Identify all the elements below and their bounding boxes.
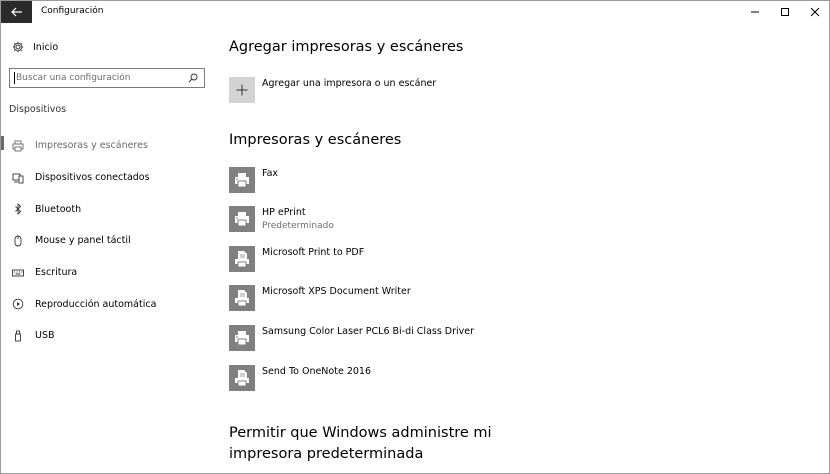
back-button[interactable] [1,1,32,23]
document-printer-icon [229,246,255,272]
bluetooth-icon [11,202,25,216]
printer-item-hp-eprint[interactable]: HP ePrint Predeterminado [229,206,334,234]
sidebar-item-printers-scanners[interactable]: Impresoras y escáneres [1,130,216,162]
main-content: Agregar impresoras y escáneres Agregar u… [229,23,829,473]
sidebar-item-label: Inicio [33,41,59,53]
sidebar-item-label: Bluetooth [35,203,82,215]
printer-item-onenote[interactable]: Send To OneNote 2016 [229,365,371,393]
printer-icon [11,139,25,153]
printer-item-print-to-pdf[interactable]: Microsoft Print to PDF [229,246,364,274]
printer-name: Fax [262,168,279,179]
printers-section-heading: Impresoras y escáneres [229,132,402,148]
search-icon[interactable] [188,73,198,83]
document-printer-icon [229,365,255,391]
default-printer-status: Predeterminado [262,221,334,231]
sidebar-item-label: USB [35,330,55,342]
printer-name: HP ePrint [262,207,306,218]
document-printer-icon [229,285,255,311]
back-arrow-icon [10,7,22,17]
search-input[interactable] [16,71,186,85]
active-indicator [1,136,4,150]
add-section-heading: Agregar impresoras y escáneres [229,39,464,55]
sidebar-item-label: Dispositivos conectados [35,172,150,184]
mouse-icon [11,234,25,248]
add-printer-button[interactable]: Agregar una impresora o un escáner [229,77,436,103]
default-printer-heading: Permitir que Windows administre mi impre… [229,425,492,462]
printer-icon [229,325,255,351]
plus-icon [229,77,255,103]
section-label: Dispositivos [9,104,67,115]
sidebar-item-autoplay[interactable]: Reproducción automática [1,288,216,320]
printer-icon [229,167,255,193]
sidebar-item-label: Impresoras y escáneres [35,140,148,152]
add-printer-label: Agregar una impresora o un escáner [262,78,437,89]
printer-name: Microsoft XPS Document Writer [262,286,411,297]
printer-name: Send To OneNote 2016 [262,366,371,377]
sidebar-nav: Impresoras y escáneres Dispositivos cone… [1,130,216,352]
autoplay-icon [11,297,25,311]
sidebar-item-typing[interactable]: Escritura [1,257,216,289]
text-caret [14,72,15,84]
devices-icon [11,171,25,185]
maximize-icon [781,8,789,16]
sidebar: Inicio Dispositivos Impresoras y escáner… [1,23,216,473]
sidebar-item-connected-devices[interactable]: Dispositivos conectados [1,162,216,194]
sidebar-item-label: Reproducción automática [35,298,157,310]
sidebar-item-usb[interactable]: USB [1,320,216,352]
printer-item-samsung[interactable]: Samsung Color Laser PCL6 Bi-di Class Dri… [229,325,474,353]
sidebar-item-mouse-touchpad[interactable]: Mouse y panel táctil [1,225,216,257]
gear-icon [11,40,25,54]
settings-window: Configuración Inicio Dispositivos [0,0,830,474]
printer-item-fax[interactable]: Fax [229,167,278,195]
sidebar-item-bluetooth[interactable]: Bluetooth [1,193,216,225]
sidebar-item-label: Mouse y panel táctil [35,235,131,247]
usb-icon [11,329,25,343]
printer-item-xps-writer[interactable]: Microsoft XPS Document Writer [229,285,411,313]
printer-icon [229,206,255,232]
search-box[interactable] [9,68,205,88]
printer-name: Microsoft Print to PDF [262,247,365,258]
minimize-icon [751,11,759,13]
title-bar: Configuración [1,1,829,23]
printer-name: Samsung Color Laser PCL6 Bi-di Class Dri… [262,326,475,337]
close-button[interactable] [796,1,829,23]
close-icon [810,7,820,17]
keyboard-icon [11,266,25,280]
window-title: Configuración [41,6,104,16]
sidebar-item-home[interactable]: Inicio [1,36,216,58]
sidebar-item-label: Escritura [35,267,78,279]
